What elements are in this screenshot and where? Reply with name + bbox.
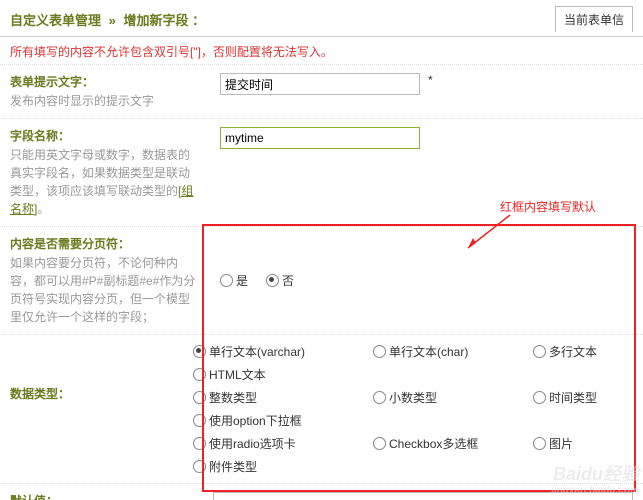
- dtype-float[interactable]: 小数类型: [373, 389, 513, 406]
- crumb-sep: »: [109, 13, 116, 28]
- radio-icon: [533, 437, 546, 450]
- dtype-radio[interactable]: 使用radio选项卡: [193, 435, 353, 452]
- radio-icon: [193, 437, 206, 450]
- radio-icon: [220, 274, 233, 287]
- crumb-colon: ：: [192, 13, 205, 28]
- dtype-checkbox[interactable]: Checkbox多选框: [373, 435, 513, 452]
- crumb-a[interactable]: 自定义表单管理: [10, 13, 101, 28]
- dtype-time[interactable]: 时间类型: [533, 389, 633, 406]
- radio-icon: [373, 345, 386, 358]
- row-display-text: 表单提示文字： 发布内容时显示的提示文字 *: [0, 64, 643, 118]
- row-data-type: 数据类型： 单行文本(varchar) 单行文本(char) 多行文本 HTML…: [0, 334, 643, 483]
- dtype-multiline[interactable]: 多行文本: [533, 343, 633, 360]
- radio-icon: [373, 437, 386, 450]
- required-mark: *: [428, 73, 433, 87]
- breadcrumb: 自定义表单管理 » 增加新字段 ：: [10, 10, 555, 29]
- radio-icon: [193, 460, 206, 473]
- input-display-text[interactable]: [220, 73, 420, 95]
- dtype-option[interactable]: 使用option下拉框: [193, 412, 633, 429]
- dtype-varchar[interactable]: 单行文本(varchar): [193, 343, 353, 360]
- radio-icon: [193, 368, 206, 381]
- radio-icon: [533, 345, 546, 358]
- radio-icon: [193, 345, 206, 358]
- dtype-int[interactable]: 整数类型: [193, 389, 353, 406]
- tab-current-form[interactable]: 当前表单信: [555, 6, 633, 32]
- crumb-b: 增加新字段: [124, 13, 189, 28]
- radio-icon: [373, 391, 386, 404]
- radio-icon: [266, 274, 279, 287]
- watermark: Baidu经验 jingyan.baidu.com: [551, 465, 639, 496]
- label-data-type: 数据类型：: [10, 385, 173, 402]
- dtype-img[interactable]: 图片: [533, 435, 633, 452]
- dtype-char[interactable]: 单行文本(char): [373, 343, 513, 360]
- desc-field-name: 只能用英文字母或数字，数据表的真实字段名，如果数据类型是联动类型，该项应该填写联…: [10, 146, 200, 218]
- label-display-text: 表单提示文字：: [10, 73, 200, 90]
- radio-icon: [193, 391, 206, 404]
- row-paging: 内容是否需要分页符： 如果内容要分页符，不论何种内容，都可以用#P#副标题#e#…: [0, 226, 643, 334]
- dtype-html[interactable]: HTML文本: [193, 366, 633, 383]
- annotation-hint: 红框内容填写默认: [500, 198, 596, 215]
- radio-icon: [193, 414, 206, 427]
- breadcrumb-bar: 自定义表单管理 » 增加新字段 ： 当前表单信: [0, 0, 643, 37]
- link-group-name[interactable]: [组名称]: [10, 184, 193, 216]
- warning-text: 所有填写的内容不允许包含双引号["]，否则配置将无法写入。: [0, 37, 643, 64]
- desc-display-text: 发布内容时显示的提示文字: [10, 92, 200, 110]
- desc-paging: 如果内容要分页符，不论何种内容，都可以用#P#副标题#e#作为分页符号实现内容分…: [10, 254, 200, 326]
- label-paging: 内容是否需要分页符：: [10, 235, 200, 252]
- label-field-name: 字段名称：: [10, 127, 200, 144]
- radio-icon: [533, 391, 546, 404]
- input-field-name[interactable]: [220, 127, 420, 149]
- row-default: 默认值： 如果定义数据类型为select、radio、checkbox时，此处填…: [0, 483, 643, 500]
- paging-yes[interactable]: 是: [220, 272, 248, 289]
- paging-no[interactable]: 否: [266, 272, 294, 289]
- label-default: 默认值：: [10, 492, 193, 500]
